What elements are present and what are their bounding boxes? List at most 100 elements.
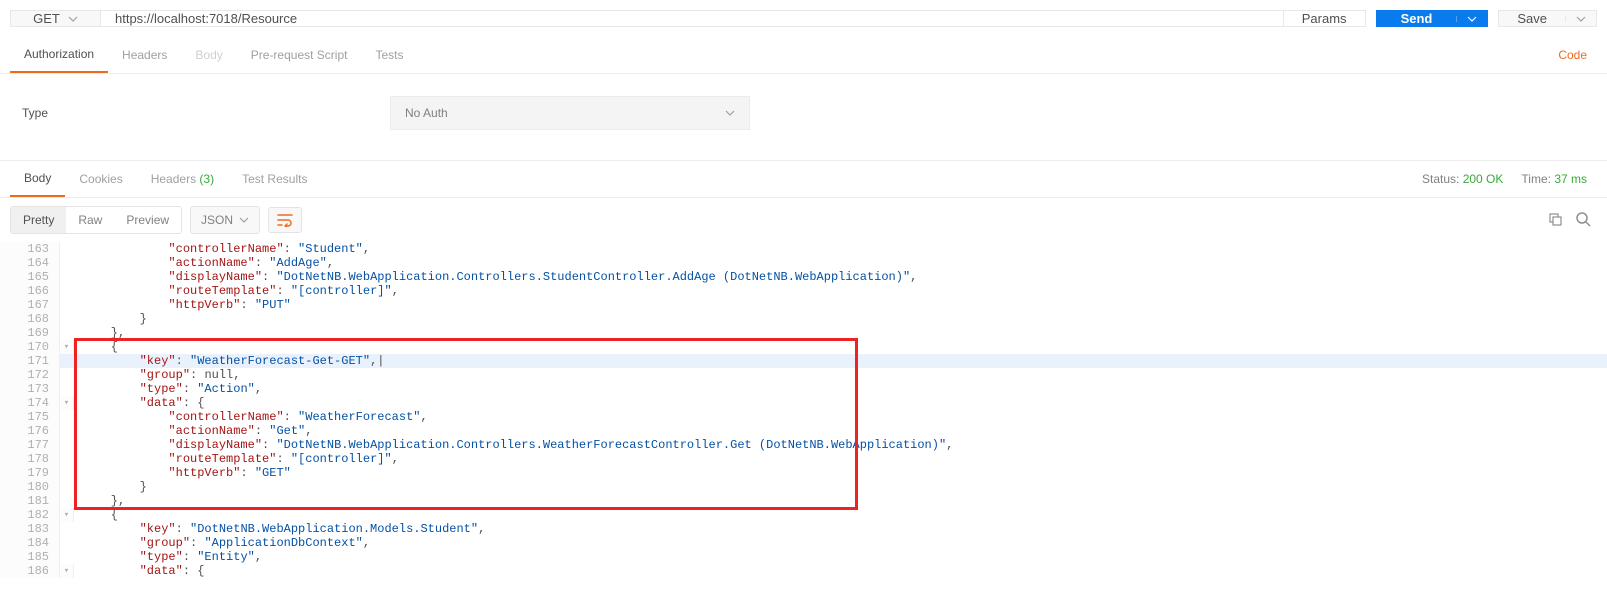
- line-number: 179: [0, 466, 60, 480]
- line-number: 170: [0, 340, 60, 354]
- code-line[interactable]: 168 }: [0, 312, 1607, 326]
- code-line[interactable]: 164 "actionName": "AddAge",: [0, 256, 1607, 270]
- line-number: 168: [0, 312, 60, 326]
- code-line[interactable]: 173 "type": "Action",: [0, 382, 1607, 396]
- code-content: "controllerName": "WeatherForecast",: [74, 410, 1607, 424]
- code-line[interactable]: 180 }: [0, 480, 1607, 494]
- code-line[interactable]: 177 "displayName": "DotNetNB.WebApplicat…: [0, 438, 1607, 452]
- code-line[interactable]: 184 "group": "ApplicationDbContext",: [0, 536, 1607, 550]
- line-number: 172: [0, 368, 60, 382]
- code-line[interactable]: 185 "type": "Entity",: [0, 550, 1607, 564]
- code-content: "routeTemplate": "[controller]",: [74, 284, 1607, 298]
- code-line[interactable]: 176 "actionName": "Get",: [0, 424, 1607, 438]
- tab-body[interactable]: Body: [181, 38, 236, 72]
- line-number: 169: [0, 326, 60, 340]
- line-number: 176: [0, 424, 60, 438]
- code-content: "data": {: [74, 564, 1607, 578]
- code-content: {: [74, 340, 1607, 354]
- code-line[interactable]: 169 },: [0, 326, 1607, 340]
- line-number: 184: [0, 536, 60, 550]
- line-number: 163: [0, 242, 60, 256]
- tab-resp-headers[interactable]: Headers (3): [137, 162, 228, 196]
- code-line[interactable]: 172 "group": null,: [0, 368, 1607, 382]
- save-dropdown[interactable]: [1565, 16, 1596, 22]
- code-line[interactable]: 186▾ "data": {: [0, 564, 1607, 578]
- response-status: Status: 200 OK Time: 37 ms: [1422, 172, 1587, 186]
- code-line[interactable]: 182▾ {: [0, 508, 1607, 522]
- tab-headers[interactable]: Headers: [108, 38, 181, 72]
- code-line[interactable]: 179 "httpVerb": "GET": [0, 466, 1607, 480]
- code-content: "actionName": "Get",: [74, 424, 1607, 438]
- view-preview[interactable]: Preview: [114, 207, 181, 233]
- code-line[interactable]: 183 "key": "DotNetNB.WebApplication.Mode…: [0, 522, 1607, 536]
- search-icon[interactable]: [1575, 211, 1591, 230]
- tab-resp-cookies[interactable]: Cookies: [65, 162, 136, 196]
- view-pretty[interactable]: Pretty: [11, 207, 66, 233]
- send-button[interactable]: Send: [1377, 11, 1457, 26]
- request-bar: GET Params Send Save: [0, 0, 1607, 37]
- copy-icon[interactable]: [1547, 211, 1563, 230]
- view-raw[interactable]: Raw: [66, 207, 114, 233]
- response-body-editor[interactable]: 163 "controllerName": "Student",164 "act…: [0, 242, 1607, 578]
- format-select[interactable]: JSON: [190, 206, 260, 234]
- wrap-icon: [277, 213, 293, 227]
- format-label: JSON: [201, 213, 233, 227]
- line-number: 185: [0, 550, 60, 564]
- code-content: },: [74, 494, 1607, 508]
- send-dropdown[interactable]: [1456, 16, 1487, 22]
- fold-gutter[interactable]: ▾: [60, 564, 74, 578]
- line-number: 180: [0, 480, 60, 494]
- body-view-bar: Pretty Raw Preview JSON: [0, 198, 1607, 242]
- send-button-group: Send: [1376, 10, 1489, 27]
- code-line[interactable]: 165 "displayName": "DotNetNB.WebApplicat…: [0, 270, 1607, 284]
- body-actions: [1547, 211, 1591, 230]
- code-line[interactable]: 163 "controllerName": "Student",: [0, 242, 1607, 256]
- line-number: 173: [0, 382, 60, 396]
- code-content: }: [74, 312, 1607, 326]
- time-block: Time: 37 ms: [1521, 172, 1587, 186]
- line-number: 183: [0, 522, 60, 536]
- fold-gutter[interactable]: ▾: [60, 340, 74, 354]
- view-mode-segment: Pretty Raw Preview: [10, 206, 182, 234]
- code-line[interactable]: 170▾ {: [0, 340, 1607, 354]
- line-number: 166: [0, 284, 60, 298]
- tab-resp-body[interactable]: Body: [10, 161, 65, 197]
- method-select[interactable]: GET: [10, 10, 100, 27]
- save-button-group: Save: [1498, 10, 1597, 27]
- code-line[interactable]: 166 "routeTemplate": "[controller]",: [0, 284, 1607, 298]
- code-content: "httpVerb": "GET": [74, 466, 1607, 480]
- tab-prerequest[interactable]: Pre-request Script: [237, 38, 362, 72]
- headers-count: (3): [199, 172, 214, 186]
- code-content: }: [74, 480, 1607, 494]
- save-button[interactable]: Save: [1499, 11, 1565, 26]
- chevron-down-icon: [239, 217, 249, 223]
- auth-type-label: Type: [10, 106, 390, 120]
- auth-type-select[interactable]: No Auth: [390, 96, 750, 130]
- chevron-down-icon: [725, 110, 735, 116]
- request-tabs: Authorization Headers Body Pre-request S…: [0, 37, 1607, 74]
- code-content: "key": "WeatherForecast-Get-GET",|: [74, 354, 1607, 368]
- params-button[interactable]: Params: [1284, 10, 1366, 27]
- chevron-down-icon: [68, 16, 78, 22]
- code-line[interactable]: 181 },: [0, 494, 1607, 508]
- code-line[interactable]: 171 "key": "WeatherForecast-Get-GET",|: [0, 354, 1607, 368]
- code-content: "type": "Entity",: [74, 550, 1607, 564]
- time-value: 37 ms: [1554, 172, 1587, 186]
- url-input[interactable]: [100, 10, 1284, 27]
- code-line[interactable]: 178 "routeTemplate": "[controller]",: [0, 452, 1607, 466]
- fold-gutter[interactable]: ▾: [60, 508, 74, 522]
- code-line[interactable]: 167 "httpVerb": "PUT": [0, 298, 1607, 312]
- tab-tests[interactable]: Tests: [361, 38, 417, 72]
- tab-resp-tests[interactable]: Test Results: [228, 162, 321, 196]
- line-number: 165: [0, 270, 60, 284]
- line-number: 181: [0, 494, 60, 508]
- wrap-button[interactable]: [268, 207, 302, 233]
- line-number: 186: [0, 564, 60, 578]
- fold-gutter[interactable]: ▾: [60, 396, 74, 410]
- code-link[interactable]: Code: [1558, 48, 1587, 62]
- code-line[interactable]: 175 "controllerName": "WeatherForecast",: [0, 410, 1607, 424]
- code-line[interactable]: 174▾ "data": {: [0, 396, 1607, 410]
- code-content: {: [74, 508, 1607, 522]
- tab-authorization[interactable]: Authorization: [10, 37, 108, 73]
- code-content: "key": "DotNetNB.WebApplication.Models.S…: [74, 522, 1607, 536]
